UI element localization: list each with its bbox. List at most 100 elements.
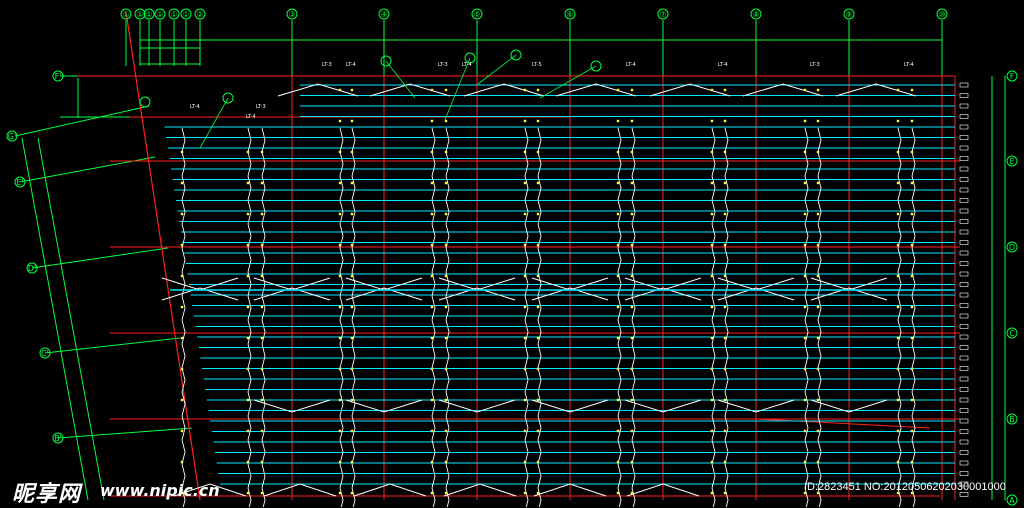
connection-point — [723, 181, 727, 185]
axis-bubble-right-label: A — [1009, 496, 1015, 505]
truss-chevron — [463, 83, 545, 97]
connection-point — [180, 305, 184, 309]
purlin-end-tag — [959, 82, 969, 88]
connection-point — [723, 429, 727, 433]
purlin-end-tag — [959, 208, 969, 214]
member-label: LT-3 — [322, 62, 332, 68]
axis-bubble-right-label: F — [1010, 72, 1015, 81]
connection-point — [630, 212, 634, 216]
purlin-end-tag — [959, 313, 969, 319]
slant-axis-leader — [57, 427, 193, 439]
connection-point — [723, 398, 727, 402]
connection-point — [444, 491, 448, 495]
connection-point — [616, 305, 620, 309]
connection-point — [896, 243, 900, 247]
truss-chord — [537, 127, 542, 507]
connection-point — [260, 212, 264, 216]
connection-point — [430, 243, 434, 247]
connection-point — [803, 88, 807, 92]
connection-point — [338, 429, 342, 433]
connection-point — [338, 119, 342, 123]
connection-point — [710, 305, 714, 309]
connection-point — [350, 212, 354, 216]
connection-point — [630, 274, 634, 278]
connection-point — [910, 460, 914, 464]
connection-point — [710, 429, 714, 433]
connection-point — [910, 119, 914, 123]
connection-point — [246, 243, 250, 247]
connection-point — [444, 429, 448, 433]
connection-point — [816, 367, 820, 371]
axis-bubble-right-label: D — [1009, 243, 1015, 252]
connection-point — [816, 243, 820, 247]
connection-point — [350, 367, 354, 371]
connection-point — [260, 181, 264, 185]
connection-point — [444, 119, 448, 123]
connection-point — [260, 336, 264, 340]
connection-point — [246, 367, 250, 371]
connection-point — [430, 119, 434, 123]
axis-bubble-top-label: ① — [156, 10, 163, 19]
connection-point — [896, 336, 900, 340]
truss-chevron — [742, 83, 824, 97]
connection-point — [350, 243, 354, 247]
connection-point — [910, 336, 914, 340]
connection-point — [803, 460, 807, 464]
connection-point — [816, 336, 820, 340]
connection-point — [723, 491, 727, 495]
connection-point — [444, 274, 448, 278]
truss-chord — [445, 127, 450, 507]
purlin-end-tag — [959, 387, 969, 392]
truss-chord — [524, 127, 529, 507]
connection-point — [260, 274, 264, 278]
connection-point — [430, 491, 434, 495]
truss-chord — [897, 127, 902, 507]
member-label: LT-4 — [462, 62, 472, 68]
connection-point — [630, 150, 634, 154]
connection-point — [350, 491, 354, 495]
member-label: LT-3 — [256, 104, 266, 110]
connection-point — [180, 367, 184, 371]
connection-point — [536, 491, 540, 495]
connection-point — [536, 429, 540, 433]
connection-point — [523, 212, 527, 216]
connection-point — [630, 460, 634, 464]
connection-point — [536, 305, 540, 309]
axis-bubble-right-label: C — [1009, 329, 1015, 338]
purlin-end-tag — [959, 460, 969, 466]
connection-point — [338, 491, 342, 495]
connection-point — [816, 305, 820, 309]
connection-point — [616, 88, 620, 92]
connection-point — [338, 305, 342, 309]
connection-point — [536, 460, 540, 464]
axis-bubble-top-label: ⑥ — [566, 10, 573, 19]
truss-chord — [711, 127, 716, 507]
connection-point — [180, 181, 184, 185]
purlin-end-tag — [959, 397, 969, 403]
axis-bubble-top-label: ① — [122, 10, 129, 19]
connection-point — [803, 119, 807, 123]
axis-bubble-left-label: C' — [41, 349, 49, 358]
connection-point — [710, 181, 714, 185]
purlin-end-tag — [959, 282, 969, 287]
purlin-end-tag — [959, 429, 969, 434]
truss-chevron — [277, 83, 359, 97]
purlin-end-tag — [959, 124, 969, 130]
connection-point — [536, 398, 540, 402]
purlin-end-tag — [959, 271, 969, 277]
left-slant-dimension-line-2 — [37, 137, 105, 501]
connection-point — [260, 460, 264, 464]
connection-point — [616, 181, 620, 185]
connection-point — [896, 429, 900, 433]
connection-point — [246, 460, 250, 464]
connection-point — [444, 243, 448, 247]
connection-point — [910, 274, 914, 278]
purlin-end-tag — [959, 135, 969, 140]
truss-chevron — [835, 83, 917, 97]
connection-point — [896, 398, 900, 402]
connection-point — [523, 119, 527, 123]
truss-chevron — [649, 83, 731, 97]
connection-point — [350, 150, 354, 154]
axis-bubble-top-label: ⑦ — [659, 10, 666, 19]
connection-point — [803, 150, 807, 154]
